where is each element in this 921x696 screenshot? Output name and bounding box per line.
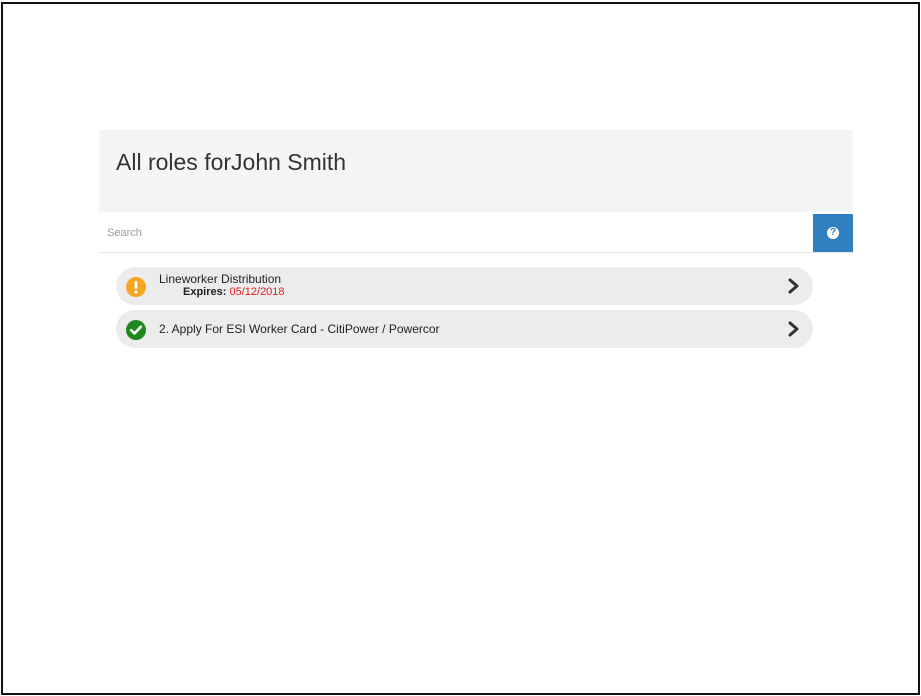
roles-page: All roles forJohn Smith ? Lineworker — [99, 130, 853, 348]
roles-list: Lineworker Distribution Expires: 05/12/2… — [116, 267, 813, 353]
search-input[interactable] — [99, 214, 813, 252]
page-title-prefix: All roles for — [116, 149, 232, 175]
role-item-lineworker-distribution[interactable]: Lineworker Distribution Expires: 05/12/2… — [116, 267, 813, 305]
role-item-expiry: Expires: 05/12/2018 — [159, 286, 285, 298]
expires-label: Expires: — [183, 286, 227, 298]
page-title: All roles forJohn Smith — [116, 148, 853, 176]
page-title-user-name: John Smith — [231, 149, 347, 175]
role-item-label: 2. Apply For ESI Worker Card - CitiPower… — [159, 322, 440, 336]
check-circle-icon — [126, 320, 146, 340]
role-item-text: 2. Apply For ESI Worker Card - CitiPower… — [159, 323, 440, 336]
role-item-esi-worker-card[interactable]: 2. Apply For ESI Worker Card - CitiPower… — [116, 310, 813, 348]
role-item-text: Lineworker Distribution Expires: 05/12/2… — [159, 272, 285, 299]
page-header: All roles forJohn Smith — [99, 130, 853, 212]
role-item-label: Lineworker Distribution — [159, 272, 282, 286]
search-bar: ? — [99, 214, 853, 253]
help-button[interactable]: ? — [813, 214, 853, 252]
exclamation-circle-icon — [126, 277, 146, 297]
expires-date: 05/12/2018 — [229, 286, 285, 298]
chevron-right-icon — [787, 321, 801, 337]
chevron-right-icon — [787, 278, 801, 294]
question-circle-icon: ? — [827, 227, 839, 239]
window-frame: All roles forJohn Smith ? Lineworker — [1, 2, 920, 695]
